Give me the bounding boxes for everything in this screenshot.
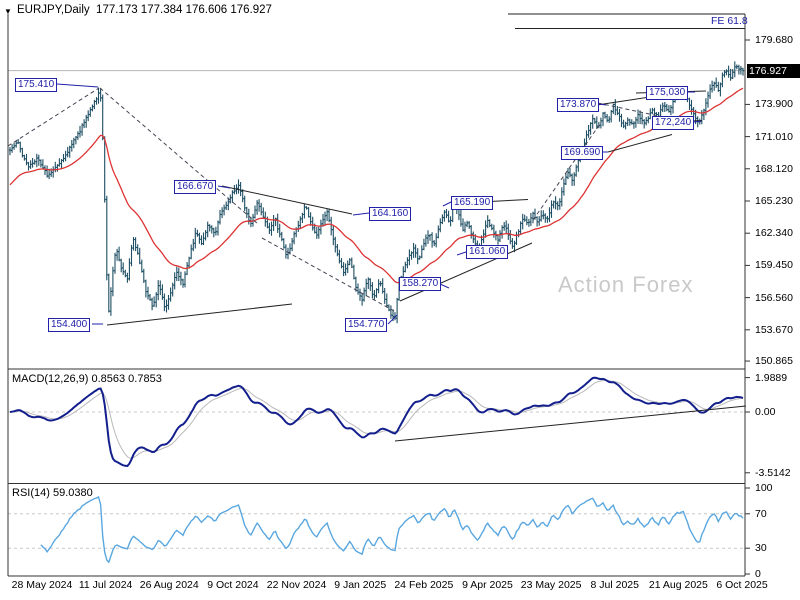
- price-axis-label: 179.680: [755, 34, 793, 46]
- macd-axis-label: 1.9889: [755, 371, 788, 384]
- rsi-axis-label: 30: [755, 542, 767, 555]
- time-axis[interactable]: 28 May 2024 11 Jul 2024 26 Aug 2024 9 Oct 2…: [0, 579, 800, 593]
- watermark: Action Forex: [558, 272, 694, 297]
- swing-level-annotation[interactable]: 154.400: [48, 318, 91, 332]
- price-axis-label: 171.010: [755, 130, 793, 143]
- trendline-dashed: [532, 123, 601, 221]
- trendline-dashed: [7, 87, 100, 147]
- macd-trendline: [394, 405, 747, 442]
- rsi-axis-label: 100: [755, 482, 773, 494]
- trendline-dashed: [99, 87, 259, 225]
- macd-main-line: [9, 376, 744, 468]
- swing-level-annotation[interactable]: 175,030: [646, 86, 689, 100]
- macd-signal-line: [9, 379, 744, 459]
- rsi-indicator-label: RSI(14) 59.0380: [12, 487, 93, 499]
- price-axis-label: 153.670: [755, 323, 793, 336]
- date-axis-label: 6 Oct 2025: [716, 579, 768, 591]
- mt4-chart-window: ▼ EURJPY,Daily 177.173 177.384 176.606 1…: [0, 0, 800, 600]
- price-axis-label: 162.340: [755, 227, 793, 240]
- swing-level-annotation[interactable]: 164.160: [369, 207, 412, 221]
- annotation-leader: [456, 251, 467, 256]
- trendline: [221, 185, 353, 215]
- swing-level-annotation[interactable]: 166.670: [174, 180, 217, 194]
- price-axis-label: 156.560: [755, 291, 793, 304]
- swing-level-annotation[interactable]: 154.770: [345, 318, 388, 332]
- moving-average-line: [9, 87, 744, 284]
- symbol-dropdown-icon[interactable]: ▼: [4, 7, 12, 16]
- symbol-period: EURJPY,Daily: [17, 4, 90, 16]
- current-price-tag: 176.927: [747, 63, 800, 78]
- swing-level-annotation[interactable]: 172,240: [652, 116, 695, 130]
- swing-level-annotation[interactable]: 173.870: [557, 98, 600, 112]
- fibonacci-expansion-label: FE 61.8: [711, 15, 748, 27]
- swing-level-annotation[interactable]: 175.410: [15, 78, 58, 92]
- swing-level-annotation[interactable]: 158.270: [399, 277, 442, 291]
- trendline: [607, 134, 673, 153]
- swing-level-annotation[interactable]: 165.190: [451, 196, 494, 210]
- macd-axis-label: -3.5142: [755, 466, 791, 479]
- price-axis-label: 165.230: [755, 195, 793, 207]
- rsi-line: [40, 495, 744, 564]
- chart-title: EURJPY,Daily 177.173 177.384 176.606 176…: [17, 4, 272, 16]
- annotation-leader: [442, 201, 452, 207]
- swing-level-annotation[interactable]: 161.060: [466, 245, 509, 259]
- price-axis-label: 173.900: [755, 98, 793, 111]
- trendline: [106, 303, 293, 326]
- swing-level-annotation[interactable]: 169.690: [561, 146, 604, 160]
- ohlc-values: 177.173 177.384 176.606 176.927: [96, 4, 272, 16]
- macd-axis-label: 0.00: [755, 406, 776, 418]
- macd-indicator-label: MACD(12,26,9) 0.8563 0.7853: [12, 373, 162, 385]
- trendline: [489, 199, 529, 202]
- price-axis-label: 168.120: [755, 162, 793, 175]
- trendline-dashed: [261, 237, 397, 313]
- annotation-leader: [56, 83, 99, 88]
- annotation-leader: [439, 283, 450, 289]
- rsi-axis-label: 70: [755, 507, 767, 520]
- price-axis-label: 150.865: [755, 355, 793, 368]
- annotation-leader: [352, 212, 370, 216]
- price-axis-label: 159.450: [755, 259, 793, 272]
